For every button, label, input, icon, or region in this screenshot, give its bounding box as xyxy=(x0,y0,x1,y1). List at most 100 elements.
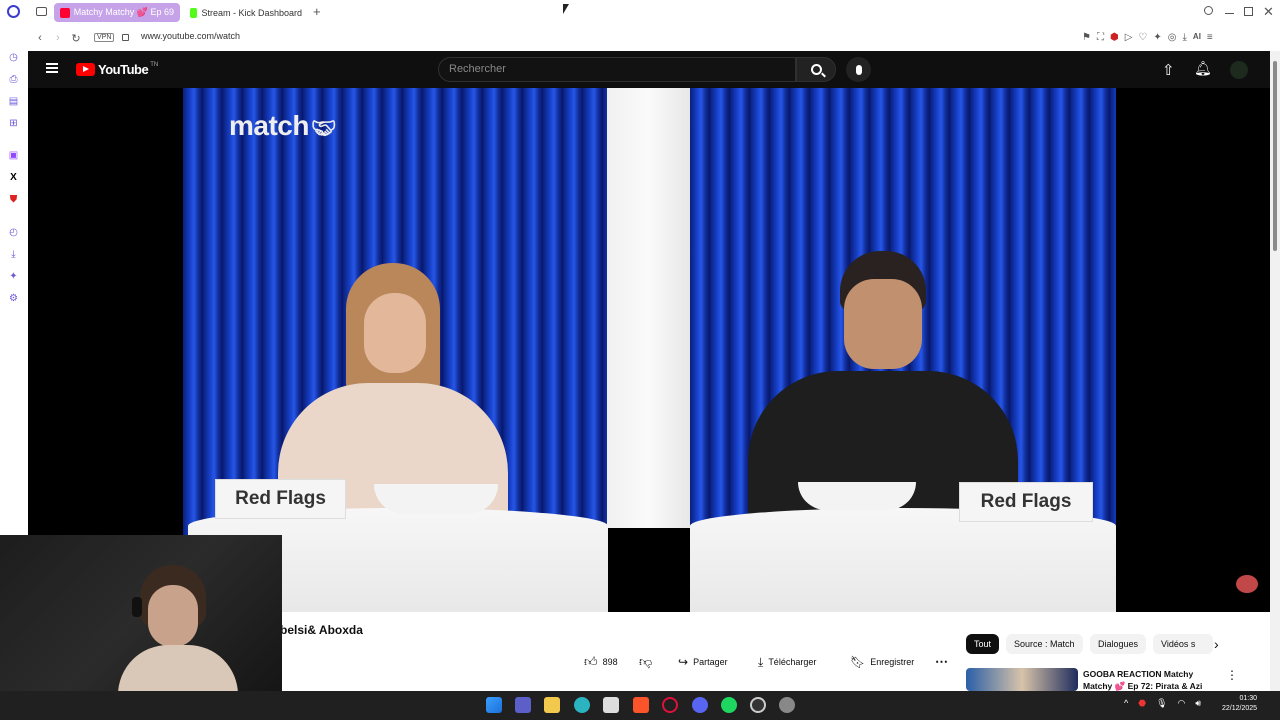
share-button[interactable]: ↪ Partager xyxy=(678,650,728,674)
clock-icon[interactable]: ◴ xyxy=(7,226,20,239)
shield-ext-icon[interactable]: ⛊ xyxy=(7,193,20,206)
upload-icon[interactable]: ⇧ xyxy=(1162,61,1175,79)
download-arrow-icon: ⤓ xyxy=(758,654,764,669)
history-icon[interactable]: ◷ xyxy=(7,51,20,64)
browser-tab-bar: Matchy Matchy 💕 Ep 69 Stream - Kick Dash… xyxy=(0,0,1280,25)
ai-icon[interactable]: AI xyxy=(1193,32,1201,43)
video-title: belsi& Aboxda xyxy=(280,623,363,637)
wifi-icon[interactable]: ◠ xyxy=(1178,698,1186,709)
x-icon[interactable]: X xyxy=(7,171,20,184)
minimize-icon[interactable] xyxy=(1225,13,1234,14)
dislike-button[interactable]: 👎︎ xyxy=(639,650,652,674)
microphone-tray-icon[interactable]: 🎙︎ xyxy=(1156,698,1167,709)
heart-icon[interactable]: ♡ xyxy=(1138,32,1147,43)
thumbs-up-icon: 👍︎ xyxy=(584,654,598,669)
youtube-play-icon xyxy=(76,63,95,76)
download-button[interactable]: ⤓ Télécharger xyxy=(758,650,816,674)
back-icon[interactable]: ‹ xyxy=(33,31,47,45)
clock-date: 22/12/2025 xyxy=(1222,705,1258,712)
chip-all[interactable]: Tout xyxy=(966,634,1000,654)
recommendation-menu-icon[interactable]: ⋮ xyxy=(1226,668,1238,682)
windows-start-icon[interactable] xyxy=(486,697,502,713)
tray-app-icon[interactable]: ⬣ xyxy=(1138,698,1146,709)
save-button[interactable]: 🔖︎ Enregistrer xyxy=(850,650,914,674)
extension-icon[interactable]: ⚑ xyxy=(1082,32,1091,43)
spotify-icon[interactable] xyxy=(721,697,737,713)
obs-icon[interactable] xyxy=(750,697,766,713)
search-tabs-icon[interactable] xyxy=(1204,6,1213,15)
teams-icon[interactable] xyxy=(515,697,531,713)
close-icon[interactable]: ✕ xyxy=(1263,4,1274,20)
recommendation-thumbnail[interactable] xyxy=(966,668,1078,691)
notes-icon[interactable]: ▤ xyxy=(7,95,20,108)
mic-icon xyxy=(855,64,862,75)
puzzle-icon[interactable]: ✦ xyxy=(1153,32,1161,43)
shield-icon[interactable]: ⬢ xyxy=(1110,32,1119,43)
account-avatar[interactable] xyxy=(1230,61,1248,79)
extensions-rail-icon[interactable]: ✦ xyxy=(7,270,20,283)
forward-icon[interactable]: › xyxy=(51,31,65,45)
bookmark-save-icon: 🔖︎ xyxy=(850,655,866,669)
new-tab-button[interactable]: + xyxy=(313,4,321,19)
url-field[interactable]: www.youtube.com/watch xyxy=(141,31,240,41)
clock-time: 01:30 xyxy=(1239,695,1258,702)
system-tray-icons[interactable]: ^ ⬣ 🎙︎ ◠ 🔊︎ xyxy=(1124,698,1201,709)
youtube-logo[interactable]: YouTube TN xyxy=(76,62,158,77)
tab-kick-dashboard[interactable]: Stream - Kick Dashboard xyxy=(184,3,308,22)
download-rail-icon[interactable]: ⤓ xyxy=(7,248,20,261)
edge-icon[interactable] xyxy=(574,697,590,713)
tab-list-icon[interactable] xyxy=(36,7,47,16)
tab-label: Matchy Matchy 💕 Ep 69 xyxy=(73,7,174,17)
more-actions-button[interactable]: ⋯ xyxy=(935,650,948,674)
volume-icon[interactable]: 🔊︎ xyxy=(1195,698,1201,709)
reload-icon[interactable]: ↻ xyxy=(69,31,83,45)
twitch-icon[interactable]: ▣ xyxy=(7,149,20,162)
bookmark-icon[interactable]: ⎙ xyxy=(7,73,20,86)
left-plate xyxy=(374,484,498,514)
settings-app-icon[interactable] xyxy=(779,697,795,713)
chips-next-icon[interactable]: › xyxy=(1214,636,1219,652)
translate-icon[interactable]: ⊞ xyxy=(7,117,20,130)
store-icon[interactable] xyxy=(603,697,619,713)
notifications-bell-icon[interactable]: 🔔︎ xyxy=(1194,60,1212,77)
taskbar-clock[interactable]: 01:30 22/12/2025 xyxy=(1222,694,1257,714)
settings-icon[interactable]: ⚙ xyxy=(7,292,20,305)
play-icon[interactable]: ▷ xyxy=(1125,32,1133,43)
center-divider xyxy=(607,88,690,528)
tab-matchy-matchy[interactable]: Matchy Matchy 💕 Ep 69 xyxy=(54,3,180,22)
restore-icon[interactable] xyxy=(1244,7,1253,16)
discord-icon[interactable] xyxy=(692,697,708,713)
tray-expand-icon[interactable]: ^ xyxy=(1124,698,1128,709)
like-button[interactable]: 👍︎ 898 xyxy=(584,650,618,674)
chip-source-match[interactable]: Source : Match xyxy=(1006,634,1083,654)
file-explorer-icon[interactable] xyxy=(544,697,560,713)
search-button[interactable] xyxy=(796,57,836,82)
brave-icon[interactable] xyxy=(633,697,649,713)
search-input[interactable]: Rechercher xyxy=(438,57,796,82)
kick-favicon-icon xyxy=(190,7,198,18)
voice-search-button[interactable] xyxy=(846,57,871,82)
hamburger-menu-icon[interactable] xyxy=(46,63,58,73)
tab-label: Stream - Kick Dashboard xyxy=(201,7,302,18)
video-player[interactable]: match 🤝︎ Red Flags Red Flags xyxy=(28,88,1270,612)
webcam-overlay xyxy=(0,535,282,693)
channel-watermark-icon[interactable] xyxy=(1236,575,1258,593)
right-table xyxy=(690,508,1116,612)
handshake-icon: 🤝︎ xyxy=(310,118,336,140)
chip-dialogues[interactable]: Dialogues xyxy=(1090,634,1147,654)
scrollbar-thumb[interactable] xyxy=(1273,61,1277,251)
recommendation-title-2[interactable]: Matchy 💕 Ep 72: Pirata & Azi xyxy=(1083,681,1202,691)
like-count: 898 xyxy=(602,657,618,667)
chip-videos[interactable]: Vidéos s xyxy=(1153,634,1213,654)
recommendation-title-1[interactable]: GOOBA REACTION Matchy xyxy=(1083,669,1193,679)
download-icon[interactable]: ⤓ xyxy=(1183,32,1187,43)
screenshot-icon[interactable]: ⛶ xyxy=(1097,32,1104,43)
match-watermark: match 🤝︎ xyxy=(229,110,336,141)
vpn-badge[interactable]: VPN xyxy=(94,33,115,42)
profile-icon[interactable]: ◎ xyxy=(1168,32,1177,43)
extension-icons[interactable]: ⚑ ⛶ ⬢ ▷ ♡ ✦ ◎ ⤓ AI ≡ xyxy=(1082,32,1213,43)
opera-icon[interactable] xyxy=(662,697,678,713)
browser-logo-icon[interactable] xyxy=(7,5,20,18)
page-scrollbar[interactable] xyxy=(1270,51,1280,691)
menu-icon[interactable]: ≡ xyxy=(1207,32,1213,43)
